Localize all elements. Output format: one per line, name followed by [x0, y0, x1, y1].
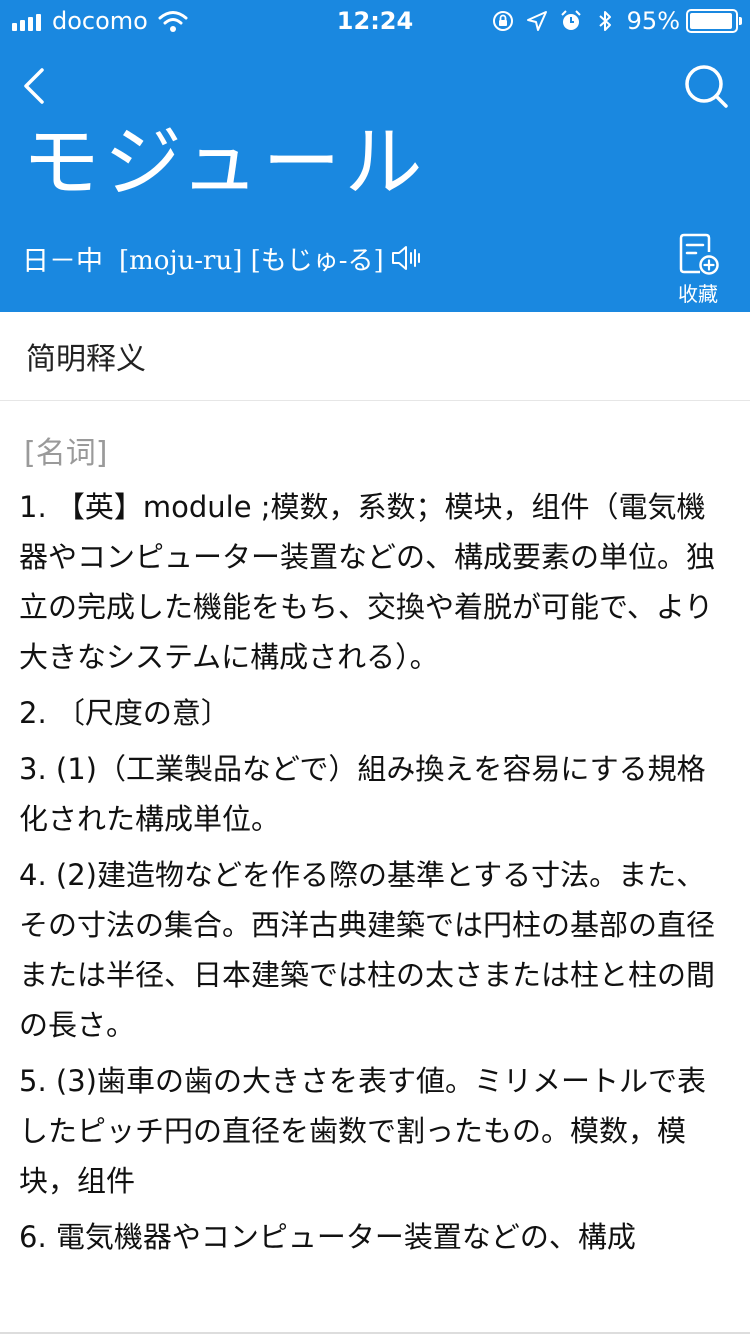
definition-list: 1. 【英】module ;模数，系数；模块，组件（電気機器やコンピューター装置…	[19, 482, 719, 1268]
battery-icon	[686, 9, 742, 33]
part-of-speech: [名词]	[24, 436, 108, 471]
battery-cap	[739, 17, 742, 25]
location-icon	[526, 11, 547, 31]
pronunciation: [moju-ru] [もじゅ-る]	[119, 245, 384, 276]
battery-percent: 95%	[626, 7, 680, 35]
definition-item: 2. 〔尺度の意〕	[19, 696, 230, 730]
definition-content[interactable]: [名词] 1. 【英】module ;模数，系数；模块，组件（電気機器やコンピュ…	[0, 402, 750, 1334]
dictionary-screen: docomo 12:24 95% モジュール 日－中 [moju-ru] [もじ…	[0, 0, 750, 1334]
collect-button[interactable]: 收藏	[668, 232, 728, 306]
pronunciation-row: 日－中 [moju-ru] [もじゅ-る]	[22, 236, 422, 280]
back-icon[interactable]	[14, 62, 58, 110]
section-title: 简明释义	[26, 342, 146, 377]
dictionary-direction: 日－中	[22, 245, 103, 277]
collect-icon	[679, 233, 719, 275]
status-bar: docomo 12:24 95%	[0, 0, 750, 40]
definition-item: 3. (1)（工業製品などで）組み換えを容易にする規格化された構成単位。	[19, 752, 706, 836]
status-right: 95%	[481, 6, 742, 36]
definition-item: 6. 電気機器やコンピューター装置などの、構成	[19, 1220, 636, 1254]
battery-level	[690, 13, 732, 29]
entry-header: docomo 12:24 95% モジュール 日－中 [moju-ru] [もじ…	[0, 0, 750, 312]
definition-item: 1. 【英】module ;模数，系数；模块，组件（電気機器やコンピューター装置…	[19, 490, 716, 674]
rotation-lock-icon	[492, 11, 513, 31]
bluetooth-icon	[598, 11, 611, 31]
brief-definition-header: 简明释义	[0, 312, 750, 401]
headword: モジュール	[22, 118, 427, 208]
collect-label: 收藏	[678, 282, 718, 306]
speaker-icon[interactable]	[390, 242, 422, 274]
definition-item: 5. (3)歯車の歯の大きさを表す値。ミリメートルで表したピッチ円の直径を歯数で…	[19, 1064, 706, 1198]
definition-item: 4. (2)建造物などを作る際の基準とする寸法。また、その寸法の集合。西洋古典建…	[19, 858, 716, 1042]
alarm-icon	[560, 10, 581, 30]
search-icon[interactable]	[682, 62, 730, 110]
